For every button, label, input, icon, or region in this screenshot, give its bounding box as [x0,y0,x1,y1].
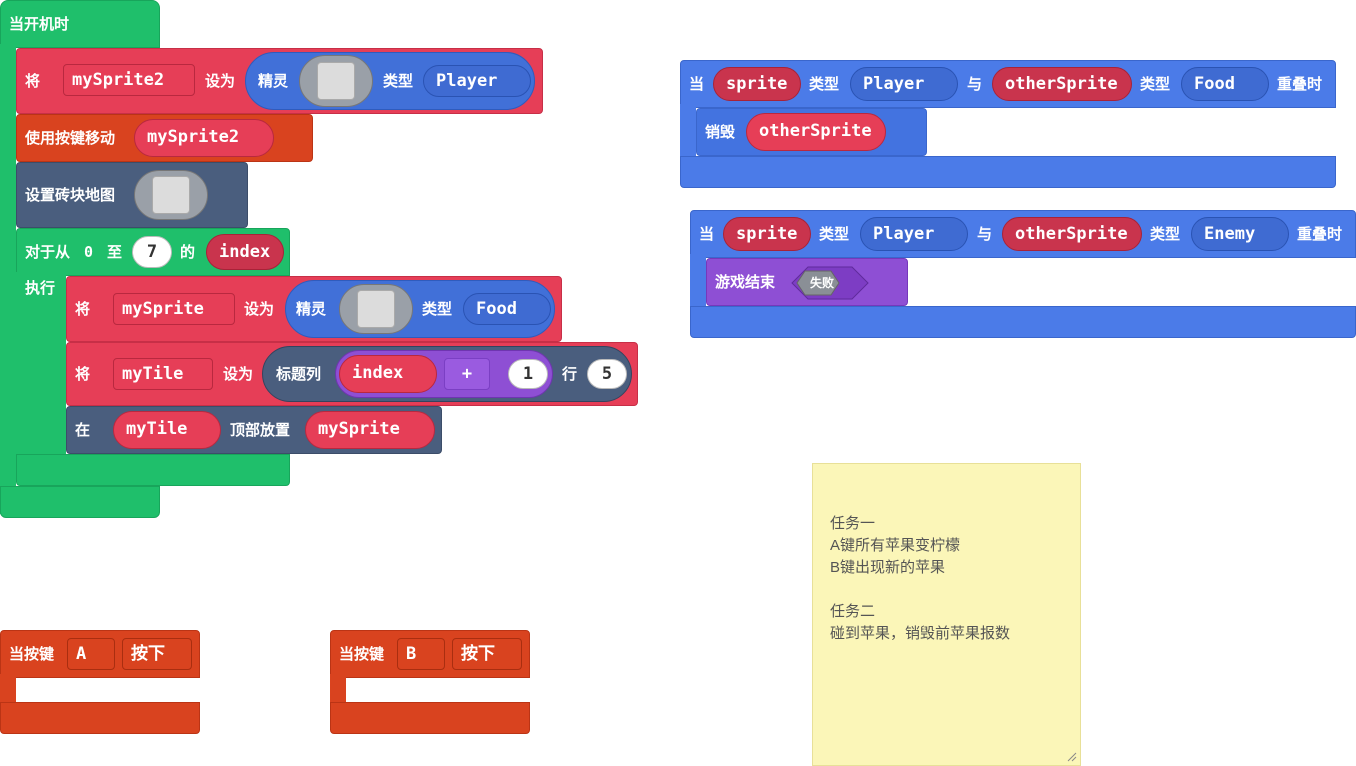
set-tilemap-label: 设置砖块地图 [25,186,116,204]
kind-label: 类型 [819,225,850,243]
sprite-label: 精灵 [258,72,289,90]
to-input[interactable]: 7 [132,236,172,268]
kind-label-2: 类型 [1150,225,1181,243]
row-label: 行 [562,365,578,383]
at-label: 在 [75,421,91,439]
button-b-footer [330,702,530,734]
note-line: B键出现新的苹果 [830,559,946,576]
when-label: 当 [689,75,705,93]
tilemap-picker[interactable] [134,170,208,220]
for-loop-footer [16,454,290,486]
to-label: 至 [107,243,123,261]
overlap-food-spine [680,104,696,160]
note-line: 任务一 [830,515,876,532]
column-label: 标题列 [276,365,322,383]
kind-a-dropdown[interactable]: Player [850,67,958,101]
place-on-top-label: 顶部放置 [230,421,291,439]
overlap-enemy-footer [690,306,1356,338]
button-state-dropdown[interactable]: 按下 [452,638,522,670]
tile-var[interactable]: myTile [113,411,221,449]
kind-b-dropdown[interactable]: Enemy [1191,217,1289,251]
note-line: A键所有苹果变柠檬 [830,537,961,554]
other-sprite-param[interactable]: otherSprite [1002,217,1142,251]
and-label: 与 [967,75,983,93]
overlap-enemy-spine [690,254,706,310]
destroy-target-var[interactable]: otherSprite [746,113,886,151]
set-to-label: 设为 [205,72,236,90]
overlap-label: 重叠时 [1297,225,1343,243]
tile-var-dropdown[interactable]: myTile [113,358,213,390]
set-keyword: 将 [25,72,41,90]
plus-operator[interactable]: + [444,358,490,390]
image-picker-2[interactable] [339,284,413,334]
kind-label-2: 类型 [1140,75,1171,93]
on-start-footer [0,486,160,518]
kind-label: 类型 [383,72,414,90]
button-key-dropdown[interactable]: A [67,638,115,670]
note-line: 碰到苹果，销毁前苹果报数 [830,625,1011,642]
set-keyword-2: 将 [75,300,91,318]
button-a-footer [0,702,200,734]
of-label: 的 [180,243,196,261]
kind-label: 类型 [809,75,840,93]
move-buttons-label: 使用按键移动 [25,129,116,147]
image-picker-icon [357,290,395,328]
kind-label-2: 类型 [422,300,453,318]
note-line [830,579,1064,601]
do-label: 执行 [25,279,56,297]
for-loop-spine [16,272,66,462]
index-var-2[interactable]: index [339,355,437,393]
when-button-label: 当按键 [339,645,385,663]
kind-dropdown[interactable]: Player [423,65,531,97]
button-state-dropdown[interactable]: 按下 [122,638,192,670]
workspace-comment[interactable]: 任务一 A键所有苹果变柠檬 B键出现新的苹果 任务二 碰到苹果，销毁前苹果报数 [812,463,1081,766]
image-picker-icon [317,62,355,100]
row-input[interactable]: 5 [587,359,627,389]
other-sprite-param[interactable]: otherSprite [992,67,1132,101]
resize-grip-icon[interactable] [1067,752,1077,762]
set-to-label-2: 设为 [244,300,275,318]
game-over-label: 游戏结束 [715,273,776,291]
button-key-dropdown[interactable]: B [397,638,445,670]
index-var[interactable]: index [206,234,284,270]
kind-food-dropdown[interactable]: Food [463,293,551,325]
plus-value-input[interactable]: 1 [508,359,548,389]
sprite-label-2: 精灵 [296,300,327,318]
tilemap-icon [152,176,190,214]
overlap-food-footer [680,156,1336,188]
destroy-label: 销毁 [705,123,736,141]
set-keyword-3: 将 [75,365,91,383]
kind-a-dropdown[interactable]: Player [860,217,968,251]
note-line: 任务二 [830,603,876,620]
set-to-label-3: 设为 [223,365,254,383]
on-start-label: 当开机时 [9,15,70,33]
sprite-var-dropdown[interactable]: mySprite [113,293,235,325]
lose-label: 失败 [810,276,835,290]
for-from[interactable]: 0 [84,242,93,262]
variable-dropdown[interactable]: mySprite2 [63,64,195,96]
when-label: 当 [699,225,715,243]
image-picker[interactable] [299,55,373,107]
kind-b-dropdown[interactable]: Food [1181,67,1269,101]
sprite-var[interactable]: mySprite [305,411,435,449]
and-label: 与 [977,225,993,243]
on-start-spine [0,44,16,514]
for-label: 对于从 [25,243,71,261]
overlap-label: 重叠时 [1277,75,1323,93]
when-button-label: 当按键 [9,645,55,663]
move-sprite-var[interactable]: mySprite2 [134,119,274,157]
sprite-param[interactable]: sprite [723,217,811,251]
sprite-param[interactable]: sprite [713,67,801,101]
